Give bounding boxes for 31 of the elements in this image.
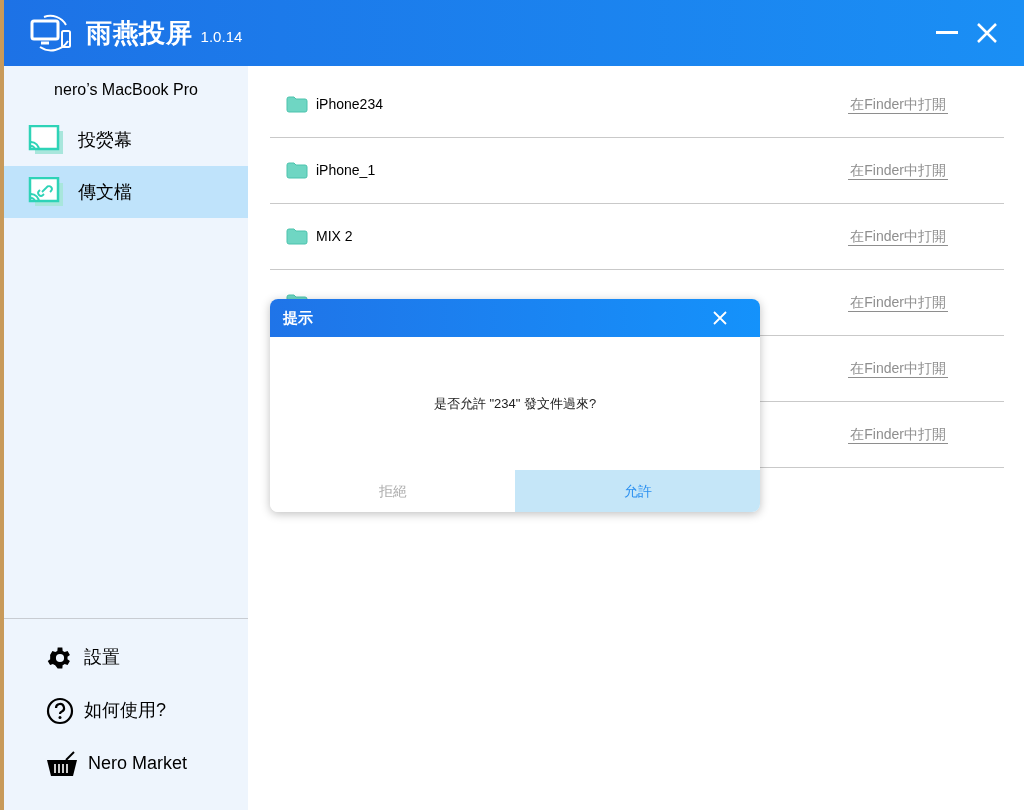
sidebar-link[interactable]: Nero Market bbox=[4, 737, 248, 790]
sidebar-link[interactable]: 設置 bbox=[4, 631, 248, 684]
open-in-finder-link[interactable]: 在Finder中打開 bbox=[848, 95, 948, 114]
app-version: 1.0.14 bbox=[200, 26, 243, 47]
minimize-icon[interactable] bbox=[936, 31, 958, 35]
dialog-button[interactable]: 允許 bbox=[515, 470, 760, 512]
dialog-title: 提示 bbox=[283, 307, 313, 328]
folder-icon bbox=[286, 96, 308, 113]
open-in-finder-link[interactable]: 在Finder中打開 bbox=[848, 359, 948, 378]
folder-icon bbox=[286, 162, 308, 179]
sidebar-item[interactable]: 投熒幕 bbox=[4, 114, 248, 166]
close-icon[interactable] bbox=[713, 311, 727, 325]
dialog-button[interactable]: 拒絕 bbox=[270, 470, 515, 512]
basket-icon bbox=[46, 750, 78, 777]
open-in-finder-link[interactable]: 在Finder中打開 bbox=[848, 227, 948, 246]
folder-name: iPhone234 bbox=[316, 95, 383, 114]
sidebar-item[interactable]: 傳文檔 bbox=[4, 166, 248, 218]
sidebar-link[interactable]: 如何使用? bbox=[4, 684, 248, 737]
device-name: nero’s MacBook Pro bbox=[53, 80, 199, 100]
folder-icon bbox=[286, 228, 308, 245]
close-icon[interactable] bbox=[976, 22, 998, 44]
open-in-finder-link[interactable]: 在Finder中打開 bbox=[848, 425, 948, 444]
folder-name: MIX 2 bbox=[316, 227, 353, 246]
app-title: 雨燕投屏 bbox=[86, 16, 193, 50]
help-icon bbox=[46, 696, 74, 725]
open-in-finder-link[interactable]: 在Finder中打開 bbox=[848, 293, 948, 312]
cast-link-icon bbox=[28, 177, 64, 207]
folder-name: iPhone_1 bbox=[316, 161, 376, 180]
open-in-finder-link[interactable]: 在Finder中打開 bbox=[848, 161, 948, 180]
dialog-message: 是否允許 "234" 發文件過來? bbox=[433, 394, 597, 413]
cast-screen-icon bbox=[28, 125, 64, 155]
